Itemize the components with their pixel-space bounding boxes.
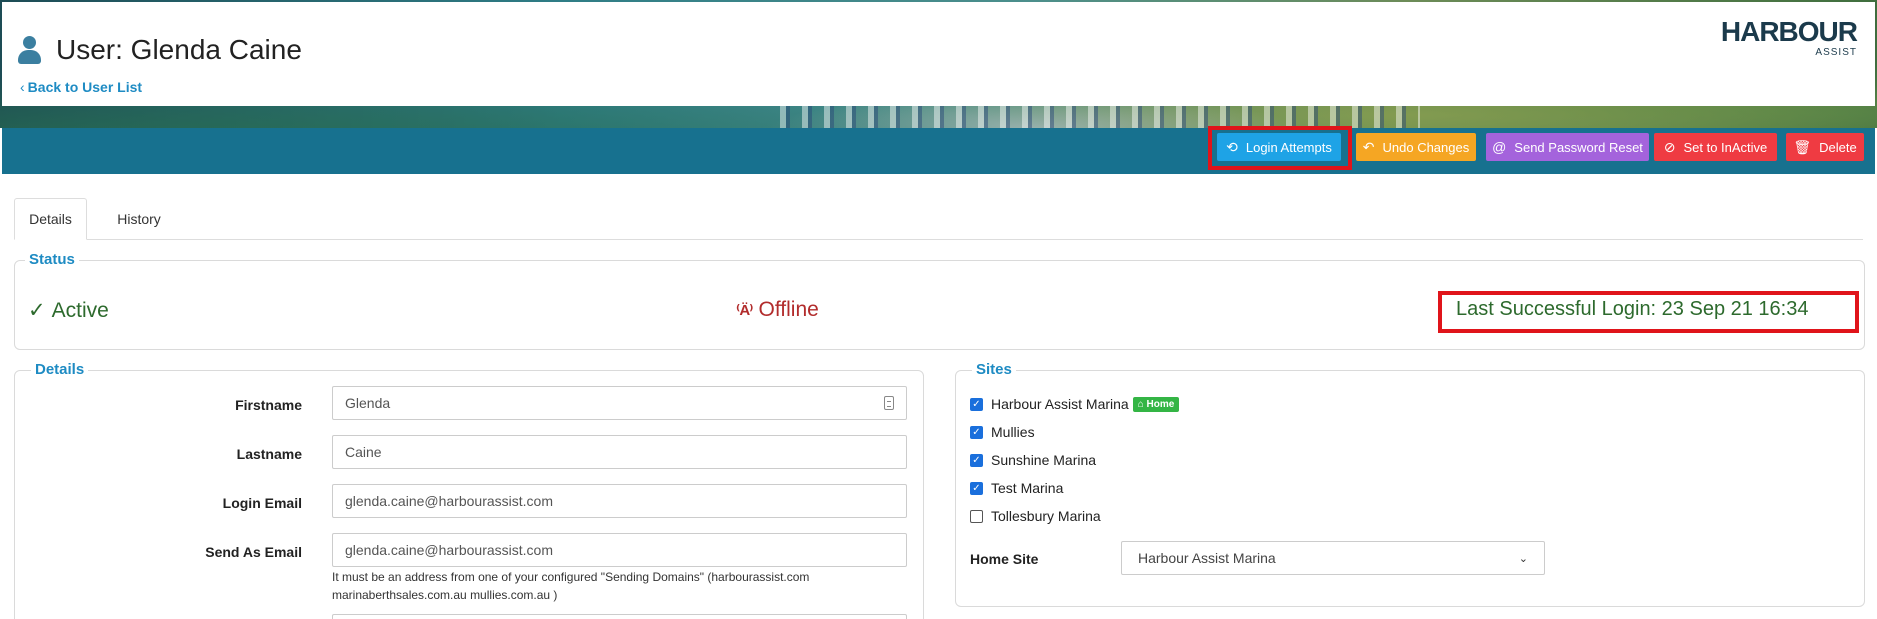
trash-icon: 🗑 <box>1793 139 1812 155</box>
home-site-select[interactable]: Harbour Assist Marina ⌄ <box>1121 541 1545 575</box>
logo-main-text: HARBOUR <box>1720 16 1858 47</box>
site-checkbox-harbour-assist-marina[interactable]: ✓ Harbour Assist Marina ⌂ Home <box>970 396 1180 412</box>
last-login-highlight <box>1438 291 1859 333</box>
ban-icon: ⊘ <box>1663 139 1676 155</box>
lastname-value: Caine <box>345 444 382 460</box>
site-label: Tollesbury Marina <box>991 508 1101 524</box>
header-card: User: Glenda Caine ‹ Back to User List HA… <box>2 2 1875 106</box>
status-offline-label: Offline <box>758 298 819 321</box>
help-line-1: It must be an address from one of your c… <box>332 570 810 584</box>
login-attempts-highlight <box>1208 126 1352 170</box>
at-icon: @ <box>1492 139 1507 155</box>
sites-legend: Sites <box>972 361 1016 378</box>
site-checkbox-test-marina[interactable]: ✓ Test Marina <box>970 480 1063 496</box>
firstname-input[interactable]: Glenda <box>332 386 907 420</box>
next-input-partial[interactable] <box>332 614 907 619</box>
status-offline: ⁽Ä⁾ Offline <box>736 298 819 322</box>
chevron-left-icon: ‹ <box>20 79 25 95</box>
chevron-down-icon: ⌄ <box>1518 552 1528 565</box>
send-as-email-label: Send As Email <box>205 544 302 560</box>
firstname-label: Firstname <box>235 397 302 413</box>
contact-card-icon <box>884 396 894 410</box>
page-title: User: Glenda Caine <box>56 34 302 65</box>
tab-bar: Details History <box>14 198 1863 240</box>
user-icon <box>16 36 42 64</box>
delete-button[interactable]: 🗑 Delete <box>1786 133 1864 161</box>
login-email-value: glenda.caine@harbourassist.com <box>345 493 553 509</box>
offline-broadcast-icon: ⁽Ä⁾ <box>736 302 754 319</box>
site-checkbox-tollesbury-marina[interactable]: Tollesbury Marina <box>970 508 1101 524</box>
home-site-value: Harbour Assist Marina <box>1138 550 1276 566</box>
site-label: Sunshine Marina <box>991 452 1097 468</box>
send-as-email-help: It must be an address from one of your c… <box>332 568 892 604</box>
lastname-input[interactable]: Caine <box>332 435 907 469</box>
send-password-reset-button[interactable]: @ Send Password Reset <box>1486 133 1649 161</box>
status-active-label: Active <box>51 298 109 322</box>
undo-changes-button[interactable]: ↶ Undo Changes <box>1356 133 1476 161</box>
firstname-value: Glenda <box>345 395 391 411</box>
home-badge: ⌂ Home <box>1132 396 1180 412</box>
checkbox-checked-icon[interactable]: ✓ <box>970 397 983 411</box>
undo-icon: ↶ <box>1362 139 1375 155</box>
status-active: ✓ Active <box>28 298 109 323</box>
login-email-label: Login Email <box>222 495 302 511</box>
site-label: Test Marina <box>991 480 1064 496</box>
check-icon: ✓ <box>28 299 46 322</box>
delete-label: Delete <box>1819 139 1857 155</box>
send-as-email-input[interactable]: glenda.caine@harbourassist.com <box>332 533 907 567</box>
undo-changes-label: Undo Changes <box>1382 139 1470 155</box>
send-as-email-value: glenda.caine@harbourassist.com <box>345 542 553 558</box>
back-to-user-list-link[interactable]: ‹ Back to User List <box>20 79 142 95</box>
tab-details[interactable]: Details <box>14 198 87 240</box>
checkbox-checked-icon[interactable]: ✓ <box>970 481 983 495</box>
logo-sub-text: ASSIST <box>1815 47 1857 58</box>
site-checkbox-mullies[interactable]: ✓ Mullies <box>970 424 1035 440</box>
login-email-input[interactable]: glenda.caine@harbourassist.com <box>332 484 907 518</box>
set-inactive-button[interactable]: ⊘ Set to InActive <box>1654 133 1777 161</box>
harbour-assist-logo: HARBOUR ASSIST <box>1720 16 1858 59</box>
tab-history[interactable]: History <box>104 198 174 240</box>
checkbox-checked-icon[interactable]: ✓ <box>970 425 983 439</box>
set-inactive-label: Set to InActive <box>1683 139 1768 155</box>
site-label: Mullies <box>991 424 1035 440</box>
home-site-label: Home Site <box>970 551 1039 567</box>
site-checkbox-sunshine-marina[interactable]: ✓ Sunshine Marina <box>970 452 1096 468</box>
site-label: Harbour Assist Marina <box>991 396 1129 412</box>
status-legend: Status <box>25 251 79 268</box>
help-line-2: marinaberthsales.com.au mullies.com.au ) <box>332 588 558 602</box>
checkbox-unchecked-icon[interactable] <box>970 509 983 523</box>
back-link-label: Back to User List <box>27 79 143 95</box>
details-legend: Details <box>31 361 89 378</box>
send-password-reset-label: Send Password Reset <box>1514 139 1643 155</box>
checkbox-checked-icon[interactable]: ✓ <box>970 453 983 467</box>
lastname-label: Lastname <box>236 446 302 462</box>
